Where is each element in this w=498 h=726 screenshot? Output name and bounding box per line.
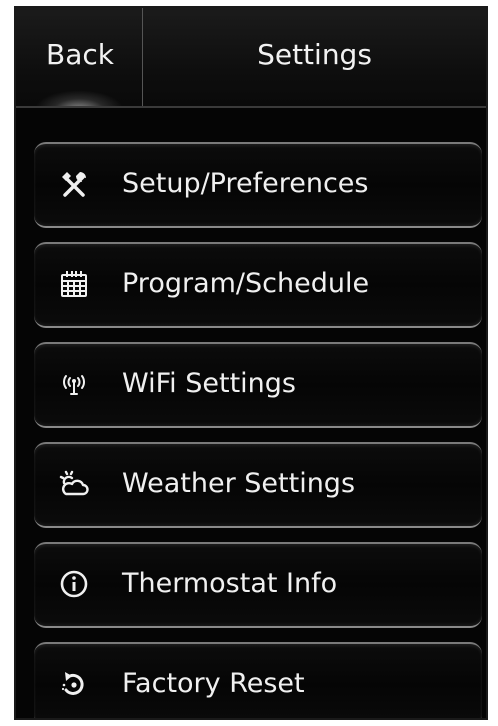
menu-item-weather-settings[interactable]: Weather Settings (34, 442, 482, 528)
menu-item-label: Setup/Preferences (122, 168, 369, 199)
back-button-label: Back (46, 38, 114, 71)
menu-item-setup-preferences[interactable]: Setup/Preferences (34, 142, 482, 228)
header-bar: Back Settings (16, 8, 486, 108)
weather-icon (58, 468, 90, 500)
menu-item-label: Factory Reset (122, 668, 305, 699)
settings-menu: Setup/Preferences Program/Schedule WiFi … (34, 142, 482, 718)
tools-icon (58, 168, 90, 200)
menu-item-wifi-settings[interactable]: WiFi Settings (34, 342, 482, 428)
menu-item-thermostat-info[interactable]: Thermostat Info (34, 542, 482, 628)
menu-item-factory-reset[interactable]: Factory Reset (34, 642, 482, 718)
menu-item-label: Program/Schedule (122, 268, 370, 299)
reset-icon (58, 668, 90, 700)
page-title: Settings (257, 38, 372, 71)
back-button[interactable]: Back (16, 8, 143, 106)
calendar-icon (58, 268, 90, 300)
back-button-glow (34, 90, 124, 106)
menu-item-label: Weather Settings (122, 468, 356, 499)
menu-item-label: Thermostat Info (122, 568, 338, 599)
menu-item-program-schedule[interactable]: Program/Schedule (34, 242, 482, 328)
thermostat-screen: Back Settings Setup/Preferences Program/… (14, 6, 488, 720)
wifi-antenna-icon (58, 368, 90, 400)
menu-item-label: WiFi Settings (122, 368, 296, 399)
info-icon (58, 568, 90, 600)
